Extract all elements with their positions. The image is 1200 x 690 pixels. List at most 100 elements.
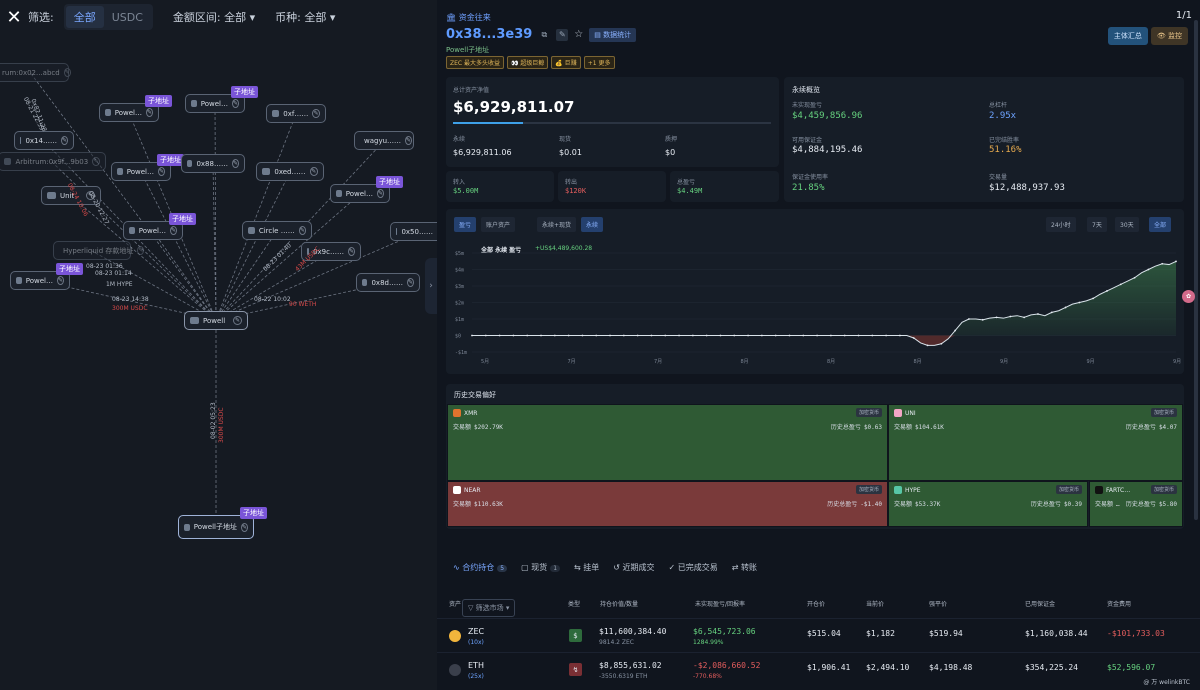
edit-icon[interactable]: ✎: [157, 167, 165, 176]
spot-label: 现货: [559, 136, 572, 143]
wallet-detail-panel: 🏛 资金往来 0x38...3e39 ⧉ ✎ ☆ ▤ 数据统计 Powell子地…: [437, 0, 1200, 690]
tag-zec[interactable]: ZEC 最大多头收益: [446, 56, 504, 69]
market-filter-dropdown[interactable]: ▽ 筛选市场 ▾: [462, 599, 516, 617]
tile-pnl: 历史总盈亏 $0.39: [1031, 499, 1082, 508]
graph-node-0x88[interactable]: 0x88…… ✎: [181, 154, 245, 173]
wallet-icon: [191, 100, 197, 107]
treemap-tile-hype[interactable]: HYPE 加密货币 交易额 $53.37K 历史总盈亏 $0.39: [888, 481, 1088, 527]
tab-pnl[interactable]: 盈亏: [454, 217, 477, 232]
copy-icon[interactable]: ⧉: [538, 29, 550, 41]
edit-icon[interactable]: ✎: [556, 28, 569, 41]
range-24h[interactable]: 24小时: [1046, 217, 1076, 232]
edit-icon[interactable]: ✎: [63, 68, 71, 77]
graph-node-0x8d[interactable]: 0x8d…… ✎: [356, 273, 420, 292]
tab-perp-spot[interactable]: 永续+现货: [537, 217, 577, 232]
x-tick-label: 9月: [1000, 359, 1008, 365]
edit-icon[interactable]: ✎: [60, 136, 68, 145]
range-7d[interactable]: 7天: [1087, 217, 1107, 232]
node-label: Powel…: [200, 99, 228, 108]
tab-orders[interactable]: ⇆ 挂单: [574, 562, 599, 573]
wallet-icon: [190, 317, 199, 324]
edit-icon[interactable]: ✎: [298, 226, 306, 235]
edit-icon[interactable]: ✎: [231, 99, 239, 108]
edit-icon[interactable]: ✎: [406, 278, 414, 287]
fund-flow-graph[interactable]: ✕ 筛选: 全部 USDC 金额区间: 全部 ▾ 币种: 全部 ▾ rum:0x…: [0, 0, 437, 690]
edit-icon[interactable]: ✎: [145, 108, 153, 117]
edit-icon[interactable]: ✎: [312, 109, 320, 118]
range-all[interactable]: 全部: [1149, 217, 1172, 232]
amount-range-dropdown[interactable]: 金额区间: 全部 ▾: [173, 9, 255, 25]
edit-icon[interactable]: ✎: [347, 247, 355, 256]
tile-name: FARTC…: [1095, 486, 1130, 494]
pnl-point: [622, 334, 625, 337]
edit-icon[interactable]: ✎: [309, 167, 318, 176]
tag-more[interactable]: +1 更多: [583, 56, 615, 69]
pnl-point: [1133, 276, 1136, 279]
tab-positions[interactable]: ∿ 合约持仓 5: [453, 562, 508, 573]
close-icon[interactable]: ✕: [0, 0, 28, 34]
coin-dropdown[interactable]: 币种: 全部 ▾: [275, 9, 335, 25]
graph-node-0x14[interactable]: 0x14…… ✎: [14, 131, 74, 150]
treemap-tile-near[interactable]: NEAR 加密货币 交易额 $110.63K 历史总盈亏 -$1.40: [447, 481, 888, 527]
treemap-tile-fartc[interactable]: FARTC… 加密货币 交易额… 历史总盈亏 $5.80: [1089, 481, 1183, 527]
edit-icon[interactable]: ✎: [240, 522, 248, 532]
graph-node-arb-top[interactable]: rum:0x02...abcd ✎: [0, 63, 71, 82]
graph-node-hyperliquid[interactable]: Hyperliquid 存款地址 ✎: [53, 241, 145, 260]
tab-recent[interactable]: ↺ 近期成交: [613, 562, 654, 573]
edit-icon[interactable]: ✎: [56, 276, 64, 285]
tab-perp[interactable]: 永续: [581, 217, 604, 232]
monitor-button[interactable]: 👁 监控: [1150, 27, 1188, 45]
floating-avatar-icon[interactable]: ✿: [1182, 290, 1195, 303]
graph-node-0xf[interactable]: 0xf…… ✎: [266, 104, 326, 123]
edit-icon[interactable]: ✎: [169, 226, 177, 235]
edit-icon[interactable]: ✎: [376, 189, 384, 198]
perp-overview-title: 永续概览: [792, 86, 820, 94]
segment-all[interactable]: 全部: [65, 6, 104, 28]
edit-icon[interactable]: ✎: [405, 136, 413, 145]
treemap-tile-uni[interactable]: UNI 加密货币 交易额 $104.61K 历史总盈亏 $4.07: [888, 404, 1183, 481]
graph-node-circle[interactable]: Circle …… ✎: [242, 221, 312, 240]
breadcrumb[interactable]: 🏛 资金往来: [446, 12, 491, 23]
treemap-tile-xmr[interactable]: XMR 加密货币 交易额 $202.79K 历史总盈亏 $0.63: [447, 404, 888, 481]
wallet-address[interactable]: 0x38...3e39: [446, 27, 532, 42]
graph-node-powell-center[interactable]: Powell ✎: [184, 311, 248, 330]
star-icon[interactable]: ☆: [574, 29, 583, 40]
graph-node-0x50[interactable]: 0x50……✎: [390, 222, 437, 241]
tab-done[interactable]: ✓ 已完成交易: [669, 562, 718, 573]
graph-node-arbitrum[interactable]: Arbitrum:0x9f...9b03 ✎: [0, 152, 106, 171]
collapse-panel-button[interactable]: ›: [425, 258, 437, 314]
tile-volume: 交易额 $104.61K: [894, 422, 944, 431]
edit-icon[interactable]: ✎: [92, 157, 100, 166]
tag-big-earn[interactable]: 💰 巨赚: [551, 56, 581, 69]
used-margin: $354,225.24: [1025, 663, 1078, 672]
graph-node-wagyu[interactable]: wagyu…… ✎: [354, 131, 414, 150]
entity-summary-button[interactable]: 主体汇总: [1107, 27, 1148, 45]
edit-icon[interactable]: ✎: [233, 316, 242, 325]
tag-whale[interactable]: 👀 超级巨鲸: [507, 56, 549, 69]
tab-spot[interactable]: ▢ 现货 1: [521, 562, 561, 573]
tile-pnl: 历史总盈亏 $4.07: [1126, 422, 1177, 431]
asset-leverage: (10x): [468, 639, 484, 646]
segment-usdc[interactable]: USDC: [104, 8, 151, 27]
y-tick-label: $3m: [455, 284, 464, 290]
table-row[interactable]: ZEC (10x) $ $11,600,384.40 9814.2 ZEC $6,545,…: [437, 618, 1200, 652]
graph-node-0xed[interactable]: 0xed…… ✎: [256, 162, 324, 181]
tile-name-text: UNI: [905, 409, 916, 417]
data-stats-button[interactable]: ▤ 数据统计: [589, 27, 637, 42]
total-pnl-value: $4.49M: [677, 187, 703, 195]
tile-name: UNI: [894, 409, 916, 417]
tile-pnl-label: 历史总盈亏: [1125, 424, 1156, 431]
table-row[interactable]: ETH (25x) ↯ $8,855,631.02 -3550.6319 ETH -$2,…: [437, 652, 1200, 686]
edit-icon[interactable]: ✎: [231, 159, 239, 168]
x-tick-label: 9月: [1087, 359, 1095, 365]
hype-logo-icon: [894, 486, 902, 494]
pnl-point: [788, 334, 791, 337]
x-tick-label: 7月: [654, 359, 662, 365]
tab-account-assets[interactable]: 账户资产: [481, 217, 516, 232]
unrealized-pnl: $6,545,723.06: [693, 627, 756, 636]
tab-transfer[interactable]: ⇄ 转账: [732, 562, 757, 573]
scrollbar[interactable]: [1194, 20, 1198, 520]
range-30d[interactable]: 30天: [1115, 217, 1139, 232]
pnl-negative-area: [472, 335, 1176, 346]
pnl-point: [705, 334, 708, 337]
